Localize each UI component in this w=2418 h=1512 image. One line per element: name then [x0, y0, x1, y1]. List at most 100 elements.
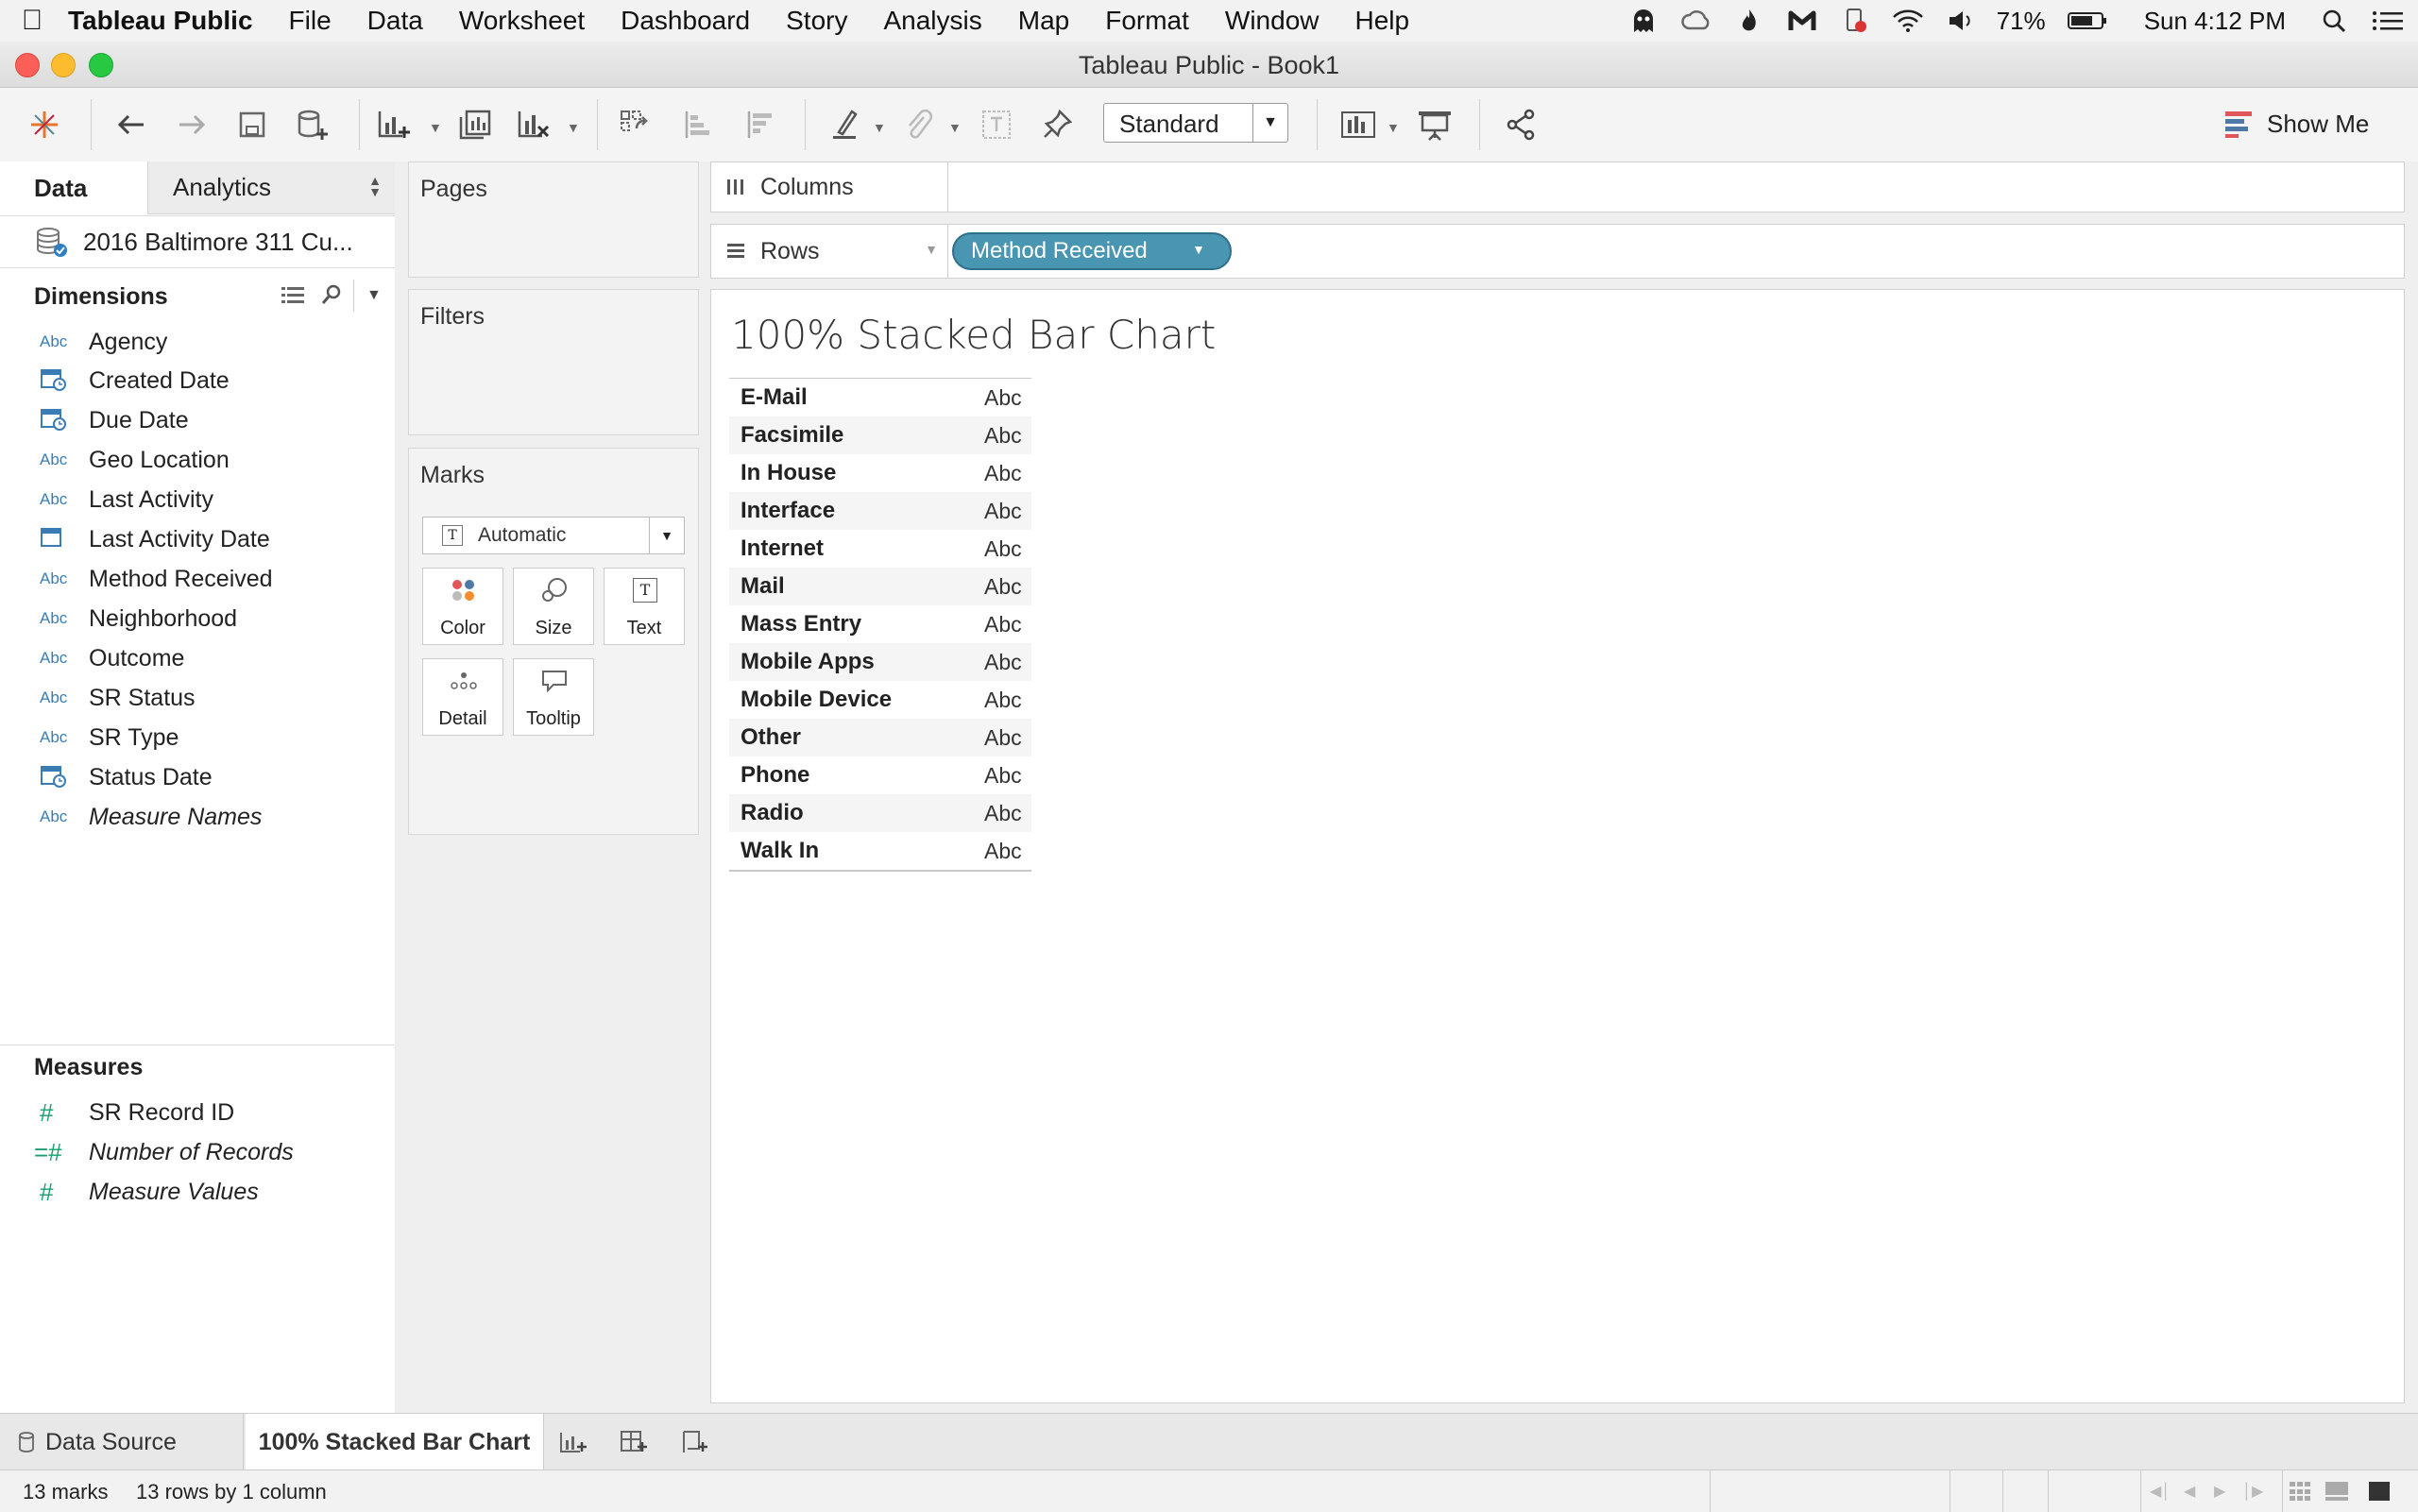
menubar-clock[interactable]: Sun 4:12 PM — [2144, 7, 2286, 36]
spotlight-search-icon[interactable] — [2318, 8, 2352, 34]
undo-icon[interactable] — [111, 105, 151, 144]
swap-rows-columns-icon[interactable] — [616, 105, 656, 144]
presentation-mode-icon[interactable] — [1415, 105, 1455, 144]
data-source-item[interactable]: 2016 Baltimore 311 Cu... — [0, 215, 395, 268]
table-row[interactable]: Radio Abc — [729, 794, 1031, 832]
sort-ascending-icon[interactable] — [678, 105, 718, 144]
chevron-down-icon[interactable]: ▼ — [649, 518, 684, 553]
row-header-label[interactable]: Interface — [741, 498, 835, 524]
menu-format[interactable]: Format — [1105, 6, 1189, 36]
row-header-label[interactable]: In House — [741, 460, 836, 486]
duplicate-sheet-icon[interactable] — [455, 105, 495, 144]
dimension-field-row[interactable]: Last Activity Date — [0, 519, 395, 559]
text-mark[interactable]: Abc — [984, 725, 1022, 751]
table-row[interactable]: In House Abc — [729, 454, 1031, 492]
show-cards-icon[interactable] — [1339, 105, 1379, 144]
show-me-button[interactable]: Show Me — [2225, 105, 2369, 143]
text-mark[interactable]: Abc — [984, 801, 1022, 826]
table-row[interactable]: Mass Entry Abc — [729, 605, 1031, 643]
table-row[interactable]: Interface Abc — [729, 492, 1031, 530]
save-icon[interactable] — [232, 105, 272, 144]
creative-cloud-icon[interactable] — [1679, 8, 1713, 34]
table-row[interactable]: Mobile Apps Abc — [729, 643, 1031, 681]
fit-select[interactable]: Standard ▼ — [1103, 103, 1288, 143]
dimension-field-row[interactable]: Abc Geo Location — [0, 440, 395, 480]
menu-window[interactable]: Window — [1225, 6, 1320, 36]
row-header-label[interactable]: Radio — [741, 800, 804, 826]
columns-shelf[interactable]: Columns — [710, 161, 2405, 212]
menu-file[interactable]: File — [289, 6, 332, 36]
dimension-field-row[interactable]: Abc SR Type — [0, 718, 395, 757]
menu-app-name[interactable]: Tableau Public — [68, 6, 253, 36]
search-fields-icon[interactable] — [321, 283, 344, 311]
text-mark[interactable]: Abc — [984, 574, 1022, 600]
row-header-label[interactable]: Mail — [741, 573, 785, 600]
show-cards-dropdown-icon[interactable]: ▼ — [1387, 120, 1400, 135]
text-mark[interactable]: Abc — [984, 423, 1022, 449]
new-worksheet-icon[interactable] — [374, 105, 414, 144]
measure-field-row[interactable]: # SR Record ID — [0, 1093, 395, 1132]
battery-icon[interactable] — [2067, 8, 2108, 34]
redo-icon[interactable] — [172, 105, 212, 144]
text-mark[interactable]: Abc — [984, 385, 1022, 411]
wifi-icon[interactable] — [1891, 8, 1925, 34]
dimension-field-row[interactable]: Abc Neighborhood — [0, 599, 395, 638]
text-mark[interactable]: Abc — [984, 839, 1022, 864]
pill-dropdown-icon[interactable]: ▼ — [1192, 242, 1205, 257]
next-sheet-icon[interactable]: ▶ — [2214, 1482, 2225, 1501]
worksheet-title[interactable]: 100% Stacked Bar Chart — [731, 312, 1216, 358]
text-mark[interactable]: Abc — [984, 461, 1022, 486]
dimension-field-row[interactable]: Abc Last Activity — [0, 480, 395, 519]
pages-card[interactable]: Pages — [408, 161, 699, 278]
row-header-label[interactable]: Phone — [741, 762, 809, 789]
view-as-list-icon[interactable] — [281, 285, 306, 311]
dimension-field-row[interactable]: Due Date — [0, 400, 395, 440]
dimension-field-row[interactable]: Abc Outcome — [0, 638, 395, 678]
notification-center-icon[interactable] — [2371, 8, 2405, 34]
color-mark-button[interactable]: Color — [422, 568, 503, 645]
table-row[interactable]: Mobile Device Abc — [729, 681, 1031, 719]
dimension-field-row[interactable]: Abc Agency — [0, 322, 395, 362]
dimension-field-row[interactable]: Abc Measure Names — [0, 797, 395, 837]
menu-worksheet[interactable]: Worksheet — [459, 6, 585, 36]
table-row[interactable]: Other Abc — [729, 719, 1031, 756]
dimension-field-row[interactable]: Created Date — [0, 361, 395, 400]
rows-shelf-chevron-icon[interactable]: ▼ — [925, 242, 938, 257]
text-mark-button[interactable]: T Text — [604, 568, 685, 645]
text-mark[interactable]: Abc — [984, 650, 1022, 675]
show-tabs-icon[interactable] — [2369, 1482, 2390, 1501]
new-dashboard-tab-icon[interactable] — [620, 1414, 648, 1470]
dimensions-menu-chevron-icon[interactable]: ▼ — [366, 287, 382, 304]
malwarebytes-icon[interactable] — [1785, 8, 1819, 34]
menu-story[interactable]: Story — [786, 6, 847, 36]
share-icon[interactable] — [1502, 105, 1541, 144]
detail-mark-button[interactable]: Detail — [422, 658, 503, 736]
highlight-dropdown-icon[interactable]: ▼ — [873, 120, 886, 135]
table-row[interactable]: Mail Abc — [729, 568, 1031, 605]
apple-menu-icon[interactable]:  — [6, 5, 59, 37]
menu-map[interactable]: Map — [1018, 6, 1069, 36]
table-row[interactable]: Facsimile Abc — [729, 416, 1031, 454]
row-header-label[interactable]: Internet — [741, 535, 824, 562]
menu-analysis[interactable]: Analysis — [883, 6, 981, 36]
dimension-field-row[interactable]: Abc SR Status — [0, 678, 395, 718]
size-mark-button[interactable]: Size — [513, 568, 594, 645]
last-sheet-icon[interactable]: │▶ — [2242, 1482, 2263, 1501]
show-filmstrip-icon[interactable] — [2290, 1482, 2310, 1501]
group-members-icon[interactable] — [899, 105, 939, 144]
tableau-logo-icon[interactable] — [25, 105, 64, 144]
row-header-label[interactable]: Mass Entry — [741, 611, 861, 637]
menu-dashboard[interactable]: Dashboard — [621, 6, 750, 36]
group-dropdown-icon[interactable]: ▼ — [948, 120, 962, 135]
text-mark[interactable]: Abc — [984, 688, 1022, 713]
text-mark[interactable]: Abc — [984, 763, 1022, 789]
clear-sheet-icon[interactable] — [514, 105, 553, 144]
flame-icon[interactable] — [1732, 8, 1766, 34]
tab-data[interactable]: Data — [0, 161, 147, 214]
clear-sheet-dropdown-icon[interactable]: ▼ — [567, 120, 580, 135]
row-header-label[interactable]: E-Mail — [741, 384, 808, 411]
new-worksheet-tab-icon[interactable] — [559, 1414, 587, 1470]
device-alert-icon[interactable] — [1838, 8, 1872, 34]
volume-icon[interactable] — [1944, 8, 1978, 34]
table-row[interactable]: Internet Abc — [729, 530, 1031, 568]
